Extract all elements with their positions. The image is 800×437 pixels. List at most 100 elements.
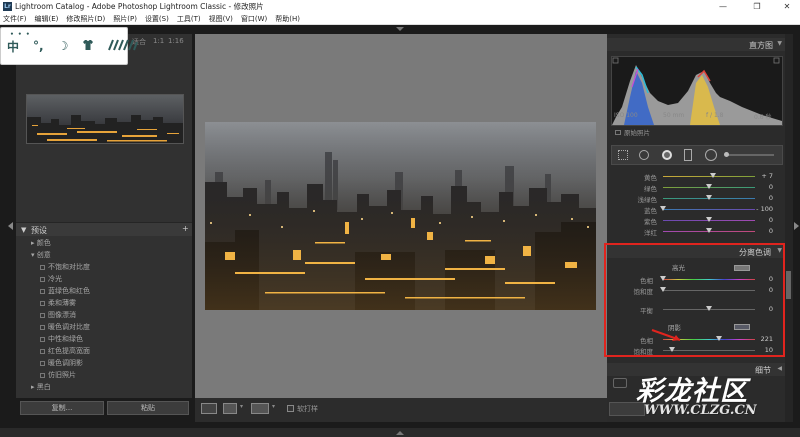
aperture: f / 1.8: [706, 112, 724, 119]
copy-button[interactable]: 复制...: [20, 401, 104, 415]
window-title: Lightroom Catalog - Adobe Photoshop Ligh…: [15, 2, 264, 11]
toolbox-icon[interactable]: [108, 39, 139, 54]
menu-file[interactable]: 文件(F): [3, 14, 27, 24]
ime-punctuation[interactable]: °,: [33, 39, 44, 53]
iso-value: ISO 100: [614, 112, 638, 119]
maximize-icon[interactable]: ❐: [746, 0, 768, 13]
radial-filter-icon[interactable]: [705, 149, 717, 161]
chevron-down-icon[interactable]: ▾: [240, 403, 246, 414]
highlight-box: [604, 243, 785, 357]
hsl-slider-magenta[interactable]: 洋红 0: [607, 227, 785, 237]
preset-icon: [40, 360, 45, 366]
menu-help[interactable]: 帮助(H): [275, 14, 300, 24]
city-night-photo: [205, 122, 596, 310]
crop-icon[interactable]: [618, 150, 628, 160]
minimize-icon[interactable]: —: [712, 0, 734, 13]
presets-header[interactable]: ▼ 预设 +: [16, 222, 192, 236]
menu-bar: 文件(F) 编辑(E) 修改照片(D) 照片(P) 设置(S) 工具(T) 视图…: [0, 13, 800, 25]
list-item[interactable]: 不饱和对比度: [40, 262, 90, 272]
adjustment-brush-slider[interactable]: [726, 154, 774, 156]
filmstrip-toggle-icon[interactable]: [396, 431, 404, 435]
original-photo-toggle[interactable]: 原始照片: [615, 127, 650, 137]
soft-proof-checkbox[interactable]: [287, 405, 294, 412]
hsl-slider-aqua[interactable]: 浅绿色 0: [607, 194, 785, 204]
photo-preview[interactable]: [205, 122, 596, 310]
list-item[interactable]: 暖色调对比度: [40, 322, 90, 332]
tool-strip: [611, 145, 783, 165]
moon-icon[interactable]: ☽: [58, 39, 69, 53]
left-panel: 适合 1:1 1:16 ▼ 预设 + ▸ 颜色 ▾ 创意 不饱和对比度 冷光 蓝…: [16, 34, 192, 415]
soft-proof-label: 软打样: [297, 405, 318, 413]
loupe-view-icon[interactable]: [201, 403, 217, 414]
panel-switch-icon[interactable]: [613, 378, 627, 388]
preset-folder-creative[interactable]: ▾ 创意: [31, 250, 51, 260]
app-logo-icon: Lr: [3, 2, 12, 11]
focal-length: 50 mm: [663, 112, 685, 119]
skin-icon[interactable]: [82, 39, 94, 54]
graduated-filter-icon[interactable]: [684, 149, 692, 161]
navigator-preview[interactable]: [26, 94, 184, 144]
preset-icon: [40, 372, 45, 378]
ime-chinese-mode[interactable]: 中: [7, 38, 19, 55]
watermark: 彩龙社区 WWW.CLZG.CN: [636, 369, 800, 437]
preset-icon: [40, 264, 45, 270]
menu-view[interactable]: 视图(V): [209, 14, 233, 24]
list-item[interactable]: 中性和绿色: [40, 334, 83, 344]
list-item[interactable]: 图像漂消: [40, 310, 76, 320]
paste-button[interactable]: 粘贴: [107, 401, 189, 415]
watermark-url: WWW.CLZG.CN: [644, 403, 757, 418]
right-panel-toggle-icon[interactable]: [794, 222, 799, 230]
hsl-slider-green[interactable]: 绿色 0: [607, 183, 785, 193]
preset-icon: [40, 336, 45, 342]
list-item[interactable]: 柔和薄雾: [40, 298, 76, 308]
navigator-zoom-1-1[interactable]: 1:1: [153, 37, 164, 45]
preset-folder-color[interactable]: ▸ 颜色: [31, 238, 51, 248]
title-bar: Lr Lightroom Catalog - Adobe Photoshop L…: [0, 0, 800, 13]
hsl-slider-yellow[interactable]: 黄色 + 7: [607, 172, 785, 182]
preset-icon: [40, 324, 45, 330]
list-item[interactable]: 蓝绿色和红色: [40, 286, 90, 296]
left-panel-toggle-icon[interactable]: [8, 222, 13, 230]
list-item[interactable]: 仿旧照片: [40, 370, 76, 380]
red-eye-icon[interactable]: [662, 150, 672, 160]
ime-toolbar: • • • 中 °, ☽: [0, 27, 139, 65]
menu-settings[interactable]: 设置(S): [145, 14, 169, 24]
list-item[interactable]: 红色提高宽面: [40, 346, 90, 356]
list-item[interactable]: 暖色调阴影: [40, 358, 83, 368]
navigator-zoom-1-16[interactable]: 1:16: [168, 37, 184, 45]
navigator-thumbnail: [27, 95, 183, 143]
grip-icon[interactable]: • • •: [10, 31, 31, 38]
annotation-arrow-icon: [651, 329, 681, 341]
top-panel-toggle-icon[interactable]: [396, 27, 404, 31]
hsl-slider-blue[interactable]: 蓝色 - 100: [607, 205, 785, 215]
menu-window[interactable]: 窗口(W): [241, 14, 267, 24]
hsl-slider-purple[interactable]: 紫色 0: [607, 216, 785, 226]
scrollbar-thumb[interactable]: [786, 271, 791, 299]
close-icon[interactable]: ✕: [776, 0, 798, 13]
brush-icon[interactable]: [724, 152, 729, 157]
before-after-split-icon[interactable]: [251, 403, 269, 414]
preset-icon: [40, 300, 45, 306]
spot-removal-icon[interactable]: [639, 150, 649, 160]
add-preset-icon[interactable]: +: [182, 224, 189, 233]
original-photo-checkbox[interactable]: [615, 130, 621, 135]
preset-icon: [40, 288, 45, 294]
histogram-title: 直方图: [749, 41, 773, 50]
collapse-triangle-icon[interactable]: ▼: [21, 226, 26, 234]
presets-title: 预设: [31, 226, 47, 235]
preset-folder-bw[interactable]: ▸ 黑白: [31, 382, 51, 392]
histogram-header[interactable]: 直方图 ▼: [607, 38, 785, 51]
collapse-triangle-icon[interactable]: ▼: [777, 40, 782, 47]
right-scrollbar[interactable]: [785, 34, 793, 422]
preset-icon: [40, 276, 45, 282]
bottom-toolbar: ▾ ▾ 软打样: [195, 398, 607, 422]
list-item[interactable]: 冷光: [40, 274, 62, 284]
before-after-icon[interactable]: [223, 403, 237, 414]
preset-icon: [40, 348, 45, 354]
menu-tools[interactable]: 工具(T): [177, 14, 201, 24]
menu-edit[interactable]: 编辑(E): [35, 14, 59, 24]
menu-photo[interactable]: 照片(P): [113, 14, 137, 24]
shutter-speed: 0.6 秒: [754, 114, 772, 121]
menu-develop[interactable]: 修改照片(D): [66, 14, 105, 24]
chevron-down-icon[interactable]: ▾: [272, 403, 278, 414]
